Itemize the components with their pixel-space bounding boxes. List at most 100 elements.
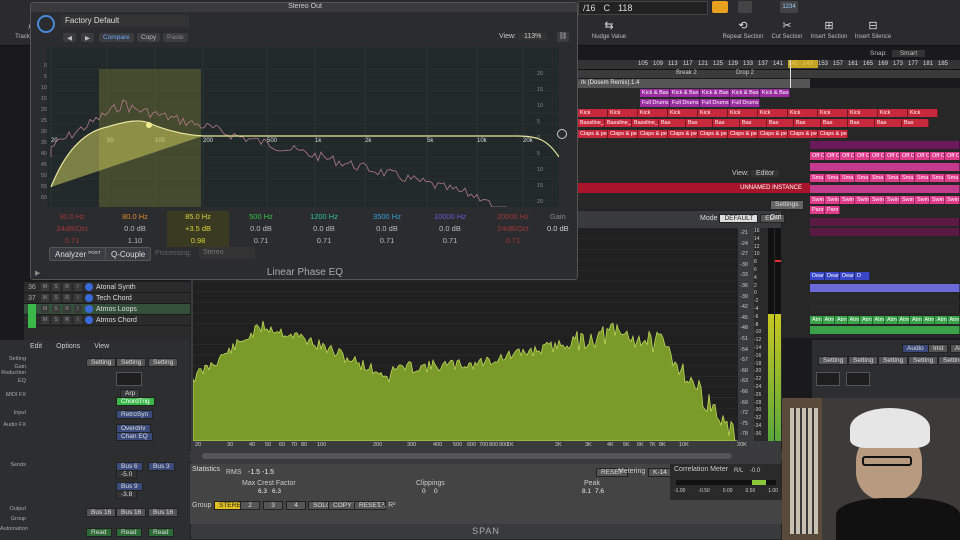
arrange-region[interactable]: Kick bbox=[668, 109, 698, 117]
band-8-params[interactable]: 20000 Hz 24dB/Oct 0.71 bbox=[482, 211, 544, 247]
arrange-region[interactable]: Kick bbox=[728, 109, 758, 117]
arrange-region[interactable]: D bbox=[855, 272, 870, 280]
solo-button[interactable]: S bbox=[52, 316, 60, 324]
settings-button[interactable]: Settings bbox=[770, 200, 804, 210]
arrange-region[interactable]: Kick & Bas bbox=[670, 89, 700, 97]
tuner-button[interactable] bbox=[738, 1, 752, 13]
mixer-options-menu[interactable]: Options bbox=[56, 343, 80, 350]
band-2-params[interactable]: 80.0 Hz 0.0 dB 1.10 bbox=[104, 211, 166, 247]
band-q[interactable]: 0.71 bbox=[482, 235, 544, 247]
band-1-params[interactable]: 30.0 Hz 24dB/Oct 0.71 bbox=[41, 211, 103, 247]
band-freq[interactable]: 10000 Hz bbox=[419, 211, 481, 223]
arrange-region[interactable]: Off C bbox=[885, 152, 900, 160]
arrange-region[interactable]: Bas bbox=[713, 119, 740, 127]
arrange-region[interactable]: Claps & pe bbox=[728, 130, 758, 138]
arrange-region[interactable]: Sma bbox=[870, 174, 885, 182]
arrange-region[interactable]: Sma bbox=[810, 174, 825, 182]
arrange-region[interactable]: Sma bbox=[855, 174, 870, 182]
band-gain[interactable]: 24dB/Oct bbox=[482, 223, 544, 235]
filter-all-button[interactable]: All bbox=[950, 344, 960, 353]
band-q[interactable]: 0.71 bbox=[41, 235, 103, 247]
band-freq[interactable]: 3500 Hz bbox=[356, 211, 418, 223]
track-name[interactable]: Atonal Synth bbox=[96, 284, 136, 291]
band-freq[interactable]: 500 Hz bbox=[230, 211, 292, 223]
arrange-region[interactable]: Atmo bbox=[935, 316, 948, 324]
automation-mode[interactable]: Read bbox=[86, 528, 112, 537]
arrange-region[interactable]: Bas bbox=[794, 119, 821, 127]
band-q[interactable]: 0.71 bbox=[230, 235, 292, 247]
gain-knob[interactable] bbox=[557, 129, 567, 139]
scrollbar-thumb[interactable] bbox=[202, 453, 732, 459]
band-q[interactable]: 1.10 bbox=[104, 235, 166, 247]
arrange-region[interactable]: Full Drums bbox=[730, 99, 760, 107]
strip-setting-button[interactable]: Setting bbox=[86, 358, 117, 367]
copy-button[interactable]: Copy bbox=[137, 33, 161, 42]
arrange-region[interactable]: Kick bbox=[908, 109, 938, 117]
arrange-region[interactable]: Bas bbox=[848, 119, 875, 127]
arrange-region[interactable]: Kick bbox=[758, 109, 788, 117]
arrange-lane[interactable] bbox=[810, 284, 960, 292]
band-freq[interactable]: 20000 Hz bbox=[482, 211, 544, 223]
group-2-button[interactable]: 2 bbox=[240, 501, 260, 510]
arrange-lane[interactable] bbox=[810, 326, 960, 334]
correlation-mode[interactable]: R/L bbox=[734, 468, 743, 474]
arrange-region[interactable]: Claps & pe bbox=[758, 130, 788, 138]
arrange-region[interactable]: Bassline_b bbox=[578, 119, 605, 127]
eq-thumbnail[interactable] bbox=[846, 372, 870, 386]
arrange-region[interactable]: Sma bbox=[840, 174, 855, 182]
marker-drop-2[interactable]: Drop 2 bbox=[736, 70, 754, 76]
arrange-region[interactable]: Kick bbox=[698, 109, 728, 117]
arrange-region[interactable]: Bas bbox=[821, 119, 848, 127]
setting-button[interactable]: Setting bbox=[938, 356, 960, 365]
arrange-region[interactable]: Bas bbox=[875, 119, 902, 127]
arrange-lane[interactable] bbox=[810, 228, 960, 236]
power-icon[interactable] bbox=[37, 15, 55, 33]
arrange-region[interactable]: Bas bbox=[659, 119, 686, 127]
arrange-region[interactable]: Off C bbox=[870, 152, 885, 160]
arrange-region[interactable]: Atmo bbox=[810, 316, 823, 324]
track-row[interactable]: 36 M S R I Atonal Synth bbox=[24, 282, 190, 293]
disclosure-icon[interactable]: ▶ bbox=[35, 269, 40, 277]
eq-graph[interactable]: 20501002005001k2k5k10k20k bbox=[47, 46, 560, 208]
arrange-region[interactable]: Sma bbox=[930, 174, 945, 182]
arrange-region[interactable]: Dear bbox=[825, 272, 840, 280]
arrange-region[interactable]: Off C bbox=[840, 152, 855, 160]
mixer-edit-menu[interactable]: Edit bbox=[30, 343, 42, 350]
arrange-region[interactable]: Kick bbox=[788, 109, 818, 117]
arrange-region[interactable]: Atmo bbox=[847, 316, 860, 324]
arrange-region[interactable]: Atmo bbox=[910, 316, 923, 324]
arrange-region[interactable]: Sma bbox=[915, 174, 930, 182]
arrange-region[interactable]: Kick & Bas bbox=[730, 89, 760, 97]
arrange-region[interactable]: Full Drums bbox=[670, 99, 700, 107]
arrange-region[interactable]: Panr bbox=[825, 206, 840, 214]
arrange-lane[interactable] bbox=[810, 141, 960, 149]
arrange-lane[interactable] bbox=[810, 185, 960, 193]
solo-button[interactable]: S bbox=[52, 283, 60, 291]
arrange-region[interactable]: Swin bbox=[915, 196, 930, 204]
arrange-region[interactable]: Kick & Bass bbox=[760, 89, 790, 97]
arrange-view-control[interactable]: View: Editor bbox=[732, 170, 780, 177]
arrange-region[interactable]: Atmo bbox=[885, 316, 898, 324]
snap-control[interactable]: Snap: Smart bbox=[870, 50, 926, 57]
marker-break-2[interactable]: Break 2 bbox=[676, 70, 697, 76]
arrange-region[interactable]: Swin bbox=[840, 196, 855, 204]
mute-button[interactable]: M bbox=[41, 294, 49, 302]
gain-value[interactable]: 0.0 dB bbox=[547, 223, 569, 235]
track-row[interactable]: 39MSRIAtmos Chord bbox=[24, 315, 190, 326]
strip-setting-button[interactable]: Setting bbox=[116, 358, 147, 367]
lcd-display[interactable]: /16 C 118 bbox=[578, 1, 708, 15]
arrange-region[interactable]: Bas bbox=[740, 119, 767, 127]
filter-audio-button[interactable]: Audio bbox=[902, 344, 929, 353]
midi-fx-chordtrig[interactable]: ChordTrig bbox=[116, 397, 155, 406]
mode-default-button[interactable]: DEFAULT bbox=[719, 214, 759, 223]
arrange-region[interactable]: Kick & Bas bbox=[700, 89, 730, 97]
arrange-region[interactable]: Atmo bbox=[822, 316, 835, 324]
band-gain[interactable]: +3.5 dB bbox=[167, 223, 229, 235]
arrange-region[interactable]: Claps & pe bbox=[578, 130, 608, 138]
arrange-region[interactable]: Claps & pe bbox=[818, 130, 848, 138]
prev-preset-button[interactable]: ◀ bbox=[63, 33, 76, 42]
record-button[interactable]: R bbox=[63, 316, 71, 324]
input-monitor-button[interactable]: I bbox=[74, 305, 82, 313]
paste-button[interactable]: Paste bbox=[163, 33, 188, 42]
span-scrollbar[interactable] bbox=[190, 451, 782, 461]
